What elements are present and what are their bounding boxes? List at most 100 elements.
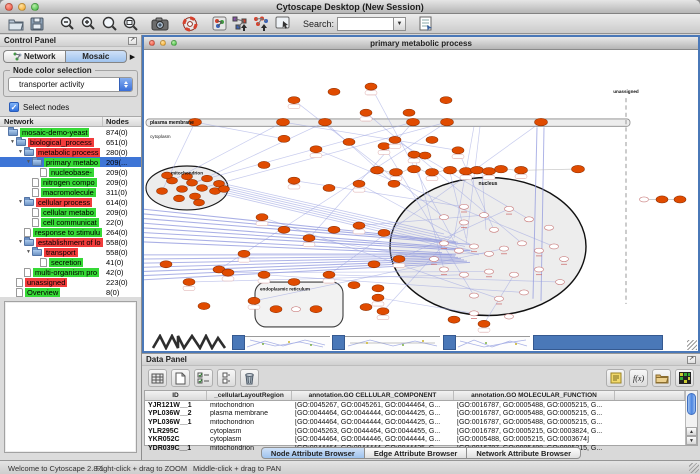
network-node[interactable] (518, 241, 527, 246)
network-node[interactable] (343, 138, 355, 145)
network-node[interactable] (292, 307, 301, 312)
tree-row-primary-metabo[interactable]: ▼primary metabo209(... (0, 157, 141, 167)
network-node[interactable] (656, 196, 668, 203)
network-node[interactable] (460, 204, 469, 209)
tree-row-overview[interactable]: Overview8(0) (0, 287, 141, 297)
network-node[interactable] (495, 296, 504, 301)
background-frame-edge[interactable] (332, 335, 345, 350)
network-node[interactable] (202, 175, 213, 182)
network-node[interactable] (535, 267, 544, 272)
zoom-selected-icon[interactable] (98, 15, 119, 33)
network-node[interactable] (353, 222, 365, 229)
search-combobox[interactable]: ▼ (337, 17, 406, 31)
scroll-down-icon[interactable]: ▼ (686, 436, 697, 445)
network-node[interactable] (505, 206, 514, 211)
network-node[interactable] (550, 244, 559, 249)
table-row-ykr052c[interactable]: YKR052Ccytoplasm[GO:0044464, GO:0044446,… (145, 435, 685, 444)
tree-row-multi-organism-pro[interactable]: multi-organism pro42(0) (0, 267, 141, 277)
background-frame-edge[interactable] (232, 335, 245, 350)
network-node[interactable] (485, 251, 494, 256)
tree-column-network[interactable]: Network (0, 117, 103, 126)
table-row-ypl036w-2[interactable]: YPL036W__2plasma membrane[GO:0044464, GO… (145, 410, 685, 419)
network-node[interactable] (238, 250, 250, 257)
network-node[interactable] (426, 169, 439, 177)
network-node[interactable] (353, 180, 365, 187)
network-node[interactable] (187, 179, 198, 186)
network-node[interactable] (323, 271, 335, 278)
network-node[interactable] (444, 166, 457, 174)
network-node[interactable] (365, 83, 377, 90)
network-node[interactable] (388, 180, 400, 187)
network-node[interactable] (389, 136, 401, 143)
tree-row-nitrogen-compo[interactable]: nitrogen compo209(0) (0, 177, 141, 187)
tree-expander-icon[interactable]: ▼ (17, 239, 24, 245)
select-mode-icon[interactable] (272, 15, 293, 33)
tree-expander-icon[interactable]: ▼ (17, 149, 24, 155)
network-node[interactable] (460, 272, 469, 277)
network-node[interactable] (183, 278, 195, 285)
delete-attribute-icon[interactable] (240, 369, 259, 387)
tree-row-macromolecule[interactable]: macromolecule311(0) (0, 187, 141, 197)
network-node[interactable] (448, 316, 460, 323)
create-attribute-icon[interactable] (171, 369, 190, 387)
network-node[interactable] (371, 166, 384, 174)
background-frame-edge[interactable] (443, 335, 456, 350)
formula-icon[interactable]: f(x) (629, 369, 648, 387)
table-row-ypl036w-1[interactable]: YPL036W__1mitochondrion[GO:0044464, GO:0… (145, 418, 685, 427)
tree-column-nodes[interactable]: Nodes (103, 117, 141, 126)
network-node[interactable] (490, 227, 499, 232)
network-node[interactable] (393, 255, 405, 262)
network-node[interactable] (219, 186, 230, 193)
network-node[interactable] (303, 235, 315, 242)
column-header-molecular-function[interactable]: annotation.GO MOLECULAR_FUNCTION (454, 391, 615, 400)
network-node[interactable] (194, 199, 205, 206)
network-node[interactable] (157, 188, 168, 195)
birds-eye-view[interactable] (4, 301, 137, 453)
network-node[interactable] (556, 280, 565, 285)
network-node[interactable] (485, 269, 494, 274)
tree-row-cellular-metabo[interactable]: cellular metabo209(0) (0, 207, 141, 217)
network-node[interactable] (328, 226, 340, 233)
tree-row-metabolic-process[interactable]: ▼metabolic process280(0) (0, 147, 141, 157)
network-node[interactable] (572, 165, 585, 173)
tree-row-mosaic-demo-yeast[interactable]: mosaic-demo-yeast874(0) (0, 127, 141, 137)
network-node[interactable] (222, 269, 234, 276)
network-node[interactable] (430, 257, 439, 262)
network-frame-titlebar[interactable]: primary metabolic process (144, 37, 698, 50)
column-header-cellular-component[interactable]: annotation.GO CELLULAR_COMPONENT (292, 391, 454, 400)
matrix-icon[interactable] (675, 369, 694, 387)
select-attributes-icon[interactable] (148, 369, 167, 387)
network-node[interactable] (160, 261, 172, 268)
table-row-yjr121w-1[interactable]: YJR121W__1mitochondrion[GO:0045267, GO:0… (145, 401, 685, 410)
network-node[interactable] (470, 293, 479, 298)
network-node[interactable] (426, 136, 438, 143)
network-node[interactable] (378, 229, 390, 236)
search-input[interactable] (337, 17, 393, 31)
tree-row-biological-process[interactable]: ▼biological_process651(0) (0, 137, 141, 147)
network-node[interactable] (520, 290, 529, 295)
zoom-fit-icon[interactable] (119, 15, 140, 33)
notes-icon[interactable] (606, 369, 625, 387)
network-node[interactable] (323, 184, 335, 191)
network-node[interactable] (348, 282, 360, 289)
network-view-frame[interactable]: primary metabolic process plasma membran… (142, 35, 700, 353)
tree-row-establishment-of-lo[interactable]: ▼establishment of lo558(0) (0, 237, 141, 247)
float-panel-icon[interactable] (128, 37, 137, 45)
minimize-button[interactable] (18, 3, 26, 11)
network-node[interactable] (419, 152, 431, 159)
network-node[interactable] (460, 220, 469, 225)
network-edge[interactable] (402, 169, 408, 172)
network-node[interactable] (674, 196, 686, 203)
main-titlebar[interactable]: Cytoscape Desktop (New Session) (0, 0, 700, 14)
network-node[interactable] (372, 294, 384, 301)
network-node[interactable] (505, 314, 514, 319)
network-node[interactable] (515, 166, 528, 174)
network-node[interactable] (483, 167, 496, 175)
network-node[interactable] (440, 215, 449, 220)
network-node[interactable] (310, 306, 322, 313)
layout-icon[interactable] (230, 15, 251, 33)
scrollbar-thumb[interactable] (687, 393, 696, 415)
network-node[interactable] (495, 165, 508, 173)
network-node[interactable] (455, 248, 464, 253)
tree-row-unassigned[interactable]: unassigned223(0) (0, 277, 141, 287)
